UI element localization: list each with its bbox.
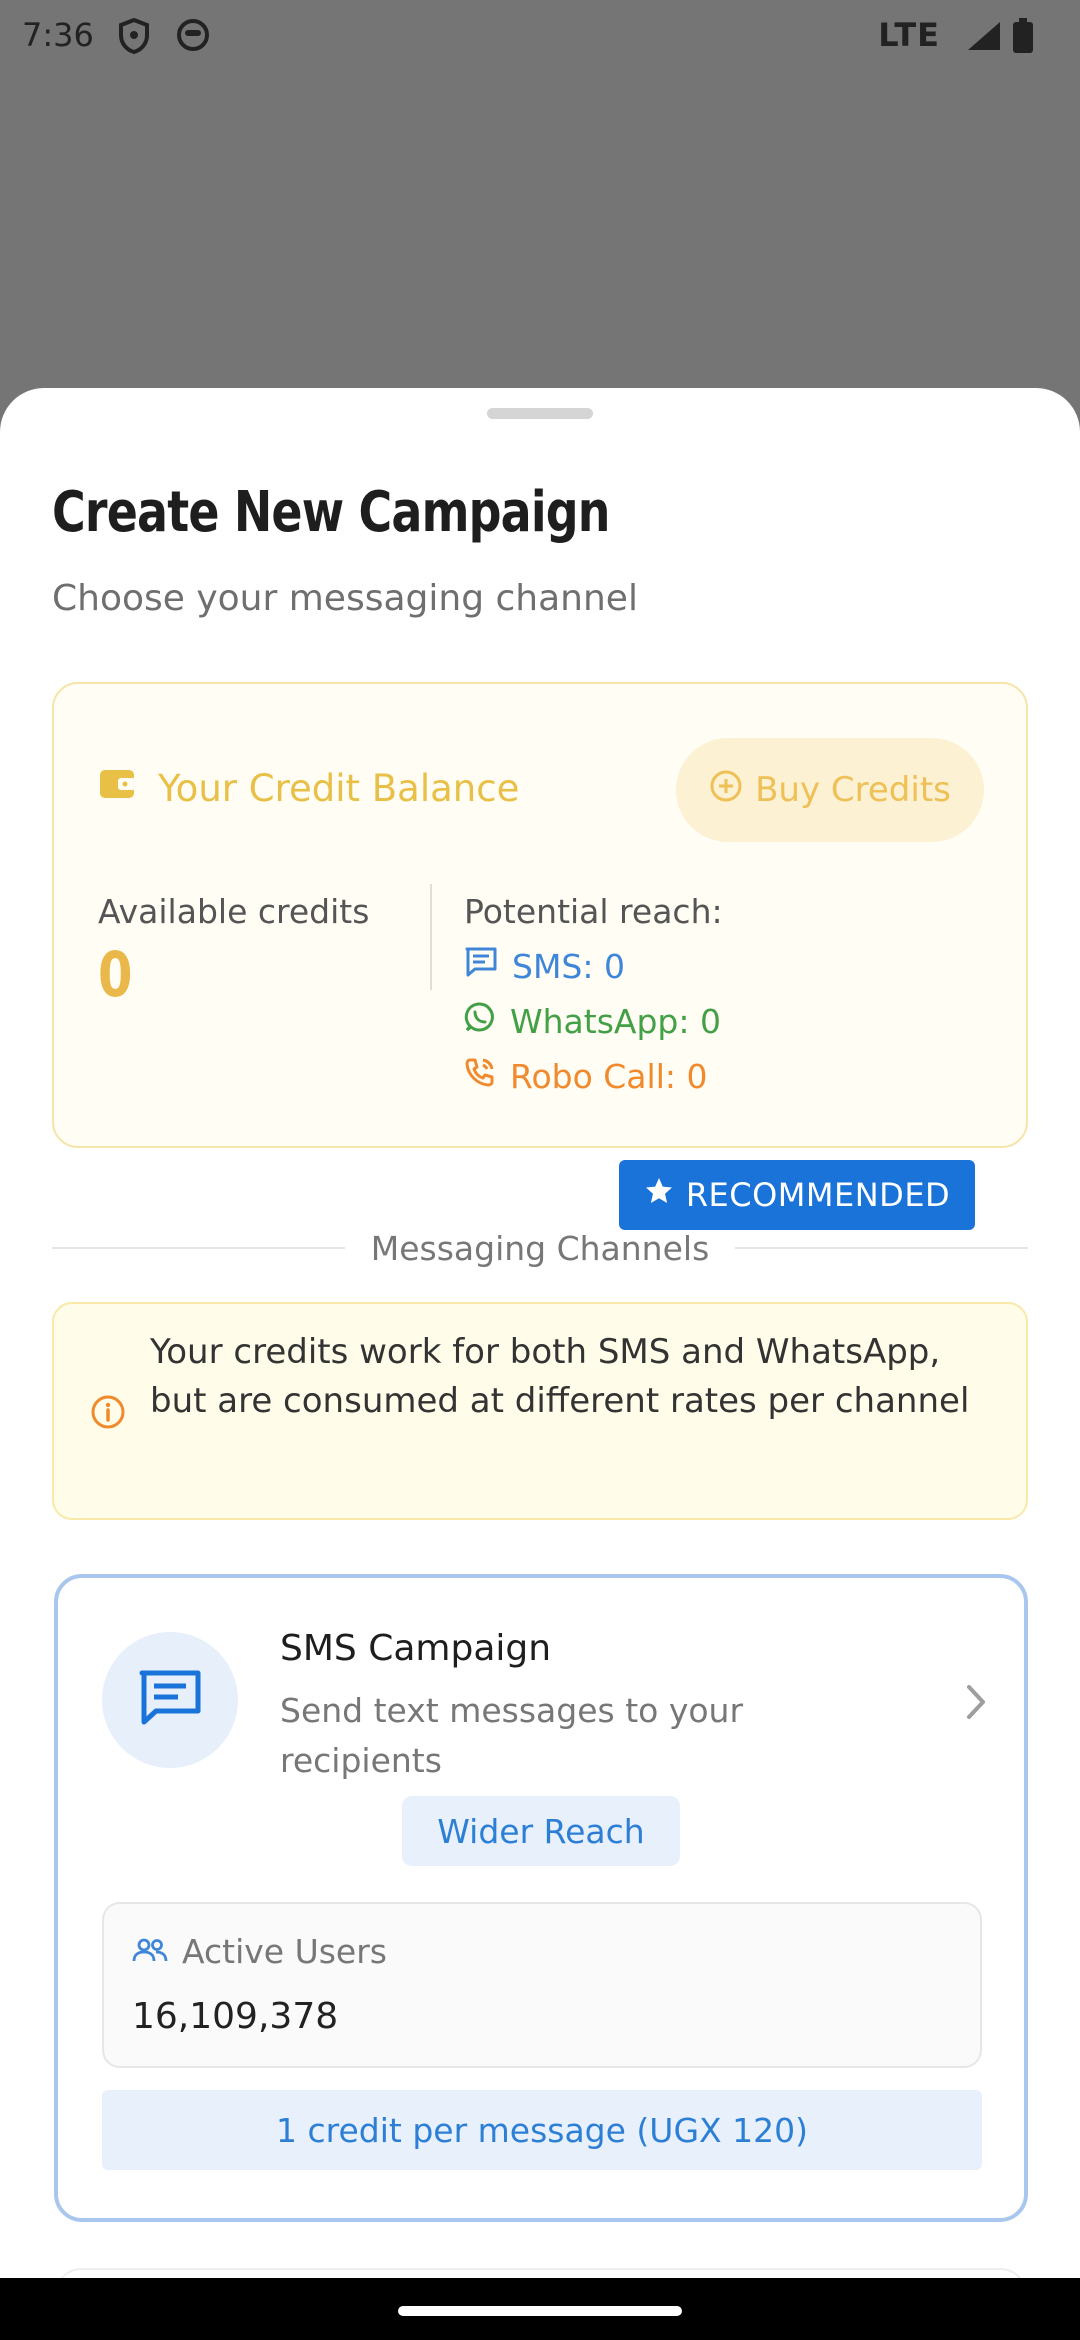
chevron-right-icon bbox=[964, 1682, 988, 1726]
sheet-drag-handle[interactable] bbox=[487, 408, 593, 419]
star-icon bbox=[644, 1176, 674, 1214]
reach-robo-call: Robo Call: 0 bbox=[464, 1056, 707, 1096]
potential-reach-label: Potential reach: bbox=[464, 892, 723, 931]
wider-reach-tag: Wider Reach bbox=[402, 1796, 680, 1866]
reach-whatsapp: WhatsApp: 0 bbox=[464, 1001, 721, 1041]
active-users-value: 16,109,378 bbox=[132, 1996, 339, 2037]
active-users-label: Active Users bbox=[182, 1932, 387, 1971]
divider-line bbox=[735, 1247, 1028, 1249]
add-circle-icon bbox=[709, 769, 743, 812]
buy-credits-label: Buy Credits bbox=[755, 770, 951, 810]
recommended-label: RECOMMENDED bbox=[685, 1176, 951, 1214]
status-time: 7:36 bbox=[22, 16, 94, 54]
credit-balance-title: Your Credit Balance bbox=[158, 767, 520, 810]
reach-whatsapp-text: WhatsApp: 0 bbox=[510, 1001, 721, 1041]
reach-robo-text: Robo Call: 0 bbox=[510, 1056, 708, 1096]
android-debug-icon bbox=[176, 18, 210, 60]
sms-campaign-description: Send text messages to your recipients bbox=[280, 1691, 744, 1780]
shield-icon bbox=[118, 17, 150, 62]
create-campaign-sheet: Create New Campaign Choose your messagin… bbox=[0, 388, 1080, 2278]
next-channel-card[interactable] bbox=[54, 2268, 1028, 2278]
active-users-header: Active Users bbox=[132, 1932, 387, 1971]
notice-text: Your credits work for both SMS and Whats… bbox=[150, 1332, 970, 1421]
battery-icon bbox=[1012, 18, 1034, 62]
credit-divider bbox=[430, 884, 432, 990]
divider-line bbox=[52, 1247, 345, 1249]
whatsapp-icon bbox=[464, 1001, 496, 1041]
buy-credits-button[interactable]: Buy Credits bbox=[676, 738, 984, 842]
recommended-badge: RECOMMENDED bbox=[619, 1160, 975, 1230]
reach-sms: SMS: 0 bbox=[464, 946, 625, 986]
system-nav-bar bbox=[0, 2278, 1080, 2340]
group-icon bbox=[132, 1932, 168, 1971]
phone-call-icon bbox=[464, 1056, 496, 1096]
reach-sms-text: SMS: 0 bbox=[512, 946, 625, 986]
credit-balance-header: Your Credit Balance bbox=[98, 766, 519, 811]
status-bar: 7:36 LTE bbox=[0, 0, 1080, 74]
sms-campaign-title: SMS Campaign bbox=[280, 1628, 552, 1669]
available-credits-value: 0 bbox=[98, 938, 133, 1011]
message-icon bbox=[464, 946, 498, 986]
credits-info-notice: Your credits work for both SMS and Whats… bbox=[52, 1302, 1028, 1520]
available-credits-label: Available credits bbox=[98, 892, 370, 931]
credit-balance-card: Your Credit Balance Buy Credits Availabl… bbox=[52, 682, 1028, 1148]
section-label: Messaging Channels bbox=[370, 1228, 710, 1268]
sms-campaign-card[interactable]: SMS Campaign Send text messages to your … bbox=[54, 1574, 1028, 2222]
sheet-title: Create New Campaign bbox=[52, 480, 610, 545]
sms-avatar bbox=[102, 1632, 238, 1768]
info-icon bbox=[90, 1394, 126, 1434]
chat-icon bbox=[137, 1668, 203, 1732]
active-users-box: Active Users 16,109,378 bbox=[102, 1902, 982, 2068]
home-gesture-handle[interactable] bbox=[398, 2306, 682, 2316]
network-type: LTE bbox=[878, 16, 940, 54]
signal-icon bbox=[966, 20, 1002, 60]
sheet-subtitle: Choose your messaging channel bbox=[52, 578, 638, 619]
wallet-icon bbox=[98, 766, 138, 811]
sms-rate-bar: 1 credit per message (UGX 120) bbox=[102, 2090, 982, 2170]
